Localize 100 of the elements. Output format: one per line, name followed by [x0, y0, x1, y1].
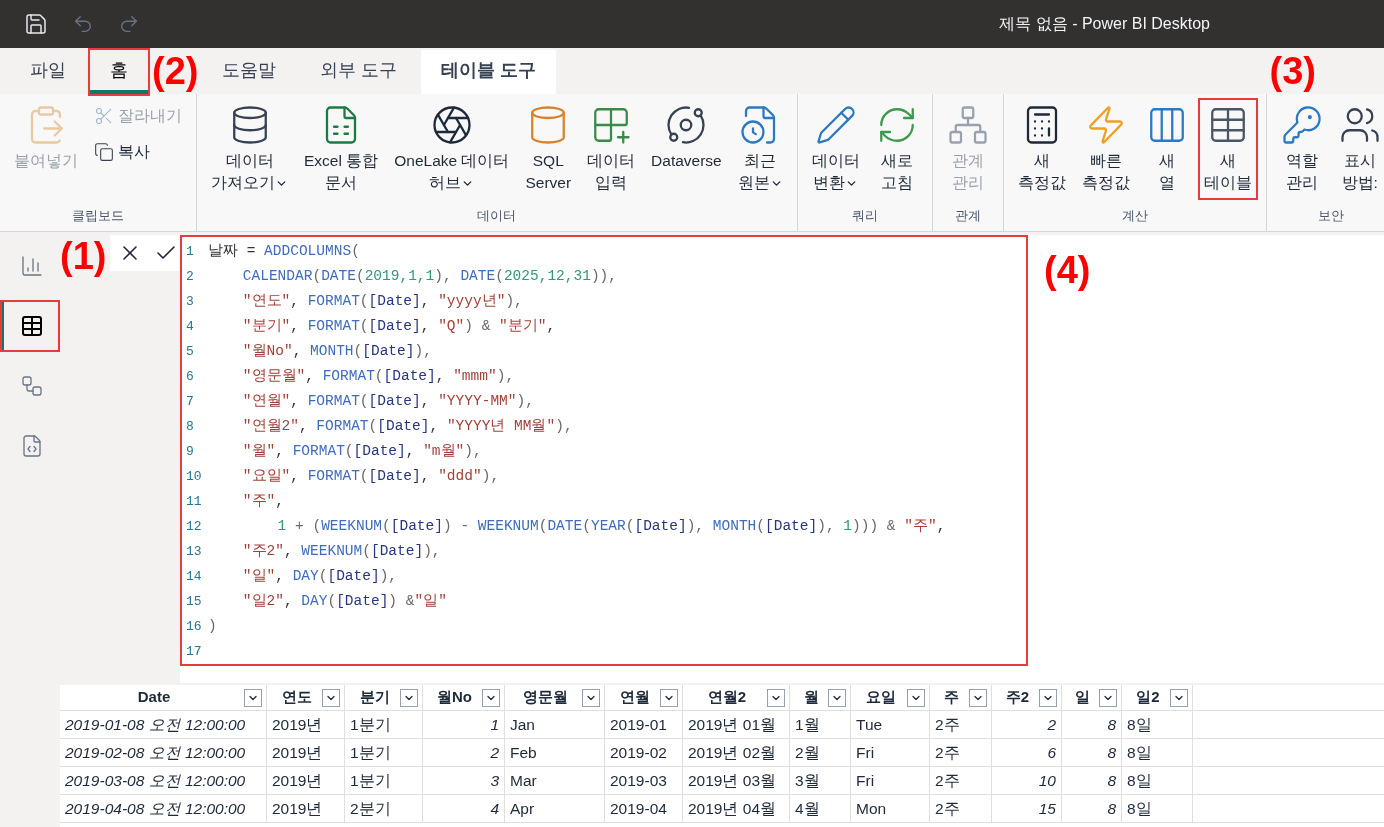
- column-header[interactable]: Date: [60, 685, 267, 710]
- line-number: 1: [186, 242, 195, 261]
- filter-dropdown[interactable]: [907, 688, 925, 707]
- filter-dropdown[interactable]: [969, 688, 987, 707]
- table-cell: 2019년 01월: [683, 711, 790, 738]
- line-number: 10: [186, 467, 203, 486]
- line-number: 7: [186, 392, 195, 411]
- ribbon-button[interactable]: 새 테이블: [1197, 98, 1258, 200]
- filter-dropdown[interactable]: [1099, 688, 1117, 707]
- column-header[interactable]: 월: [790, 685, 851, 710]
- ribbon-button[interactable]: 복사: [88, 138, 188, 166]
- table-cell: Apr: [505, 795, 605, 822]
- table-cell: 3월: [790, 767, 851, 794]
- ribbon-button[interactable]: 빠른 측정값: [1075, 98, 1136, 200]
- code-line: "월", FORMAT([Date], "m월"),: [241, 441, 482, 461]
- filter-dropdown[interactable]: [244, 688, 262, 707]
- table-cell: 2019-02: [605, 739, 683, 766]
- table-cell: 2019-04-08 오전 12:00:00: [60, 795, 267, 822]
- copy-icon: [94, 142, 114, 162]
- column-header[interactable]: 연도: [267, 685, 345, 710]
- table-cell: 8: [1062, 767, 1122, 794]
- line-number: 12: [186, 517, 203, 536]
- filter-dropdown[interactable]: [582, 688, 600, 707]
- ribbon-tab[interactable]: 테이블 도구: [421, 50, 557, 94]
- line-number: 8: [186, 417, 195, 436]
- table-cell: 2: [992, 711, 1062, 738]
- code-line: "요일", FORMAT([Date], "ddd"),: [241, 466, 500, 486]
- line-number: 3: [186, 292, 195, 311]
- key-icon: [1280, 104, 1323, 146]
- ribbon-button[interactable]: 표시 방법:: [1332, 98, 1384, 200]
- redo-icon[interactable]: [118, 13, 140, 35]
- ribbon-button[interactable]: 데이터 입력: [581, 98, 642, 200]
- line-number: 9: [186, 442, 195, 461]
- code-line: "영문월", FORMAT([Date], "mmm"),: [241, 366, 515, 386]
- line-number: 5: [186, 342, 195, 361]
- table-cell: Feb: [505, 739, 605, 766]
- code-editor[interactable]: [180, 235, 1028, 666]
- table-cell: 3: [423, 767, 505, 794]
- ribbon-button[interactable]: SQL Server: [519, 98, 578, 200]
- filter-dropdown[interactable]: [828, 688, 846, 707]
- filter-dropdown[interactable]: [660, 688, 678, 707]
- table-cell: 8일: [1122, 795, 1193, 822]
- ribbon-button[interactable]: 새 열: [1139, 98, 1194, 200]
- column-header[interactable]: 영문월: [505, 685, 605, 710]
- table-cell: Mar: [505, 767, 605, 794]
- table-cell: 2주: [930, 795, 992, 822]
- table-cell: 2월: [790, 739, 851, 766]
- filter-dropdown[interactable]: [482, 688, 500, 707]
- ribbon-button[interactable]: 역할 관리: [1274, 98, 1329, 200]
- group-label: 계산: [1121, 207, 1148, 225]
- column-header[interactable]: 주2: [992, 685, 1062, 710]
- ribbon-button[interactable]: 새로 고침: [869, 98, 924, 200]
- column-header[interactable]: 연월2: [683, 685, 790, 710]
- table-cell: 2주: [930, 767, 992, 794]
- ribbon-tab[interactable]: 파일: [10, 50, 86, 94]
- filter-dropdown[interactable]: [322, 688, 340, 707]
- table-cell: Jan: [505, 711, 605, 738]
- ribbon-button[interactable]: 새 측정값: [1011, 98, 1072, 200]
- code-line: "일2", DAY([Date]) &"일": [241, 591, 447, 611]
- scissors-icon: [94, 106, 114, 126]
- code-line: 날짜 = ADDCOLUMNS(: [208, 241, 360, 261]
- filter-dropdown[interactable]: [767, 688, 785, 707]
- ribbon-tab[interactable]: 외부 도구: [300, 50, 418, 94]
- table-cell: 1월: [790, 711, 851, 738]
- table-cell: Tue: [851, 711, 930, 738]
- column-header[interactable]: 요일: [851, 685, 930, 710]
- ribbon-button[interactable]: Dataverse: [645, 98, 728, 178]
- group-label: 쿼리: [851, 207, 878, 225]
- table-cell: 10: [992, 767, 1062, 794]
- ribbon-button[interactable]: 데이터 가져오기: [205, 98, 294, 200]
- filter-dropdown[interactable]: [1170, 688, 1188, 707]
- ribbon-tab[interactable]: 도움말: [202, 50, 297, 94]
- table-cell: 2019년 04월: [683, 795, 790, 822]
- table-cell: 8: [1062, 739, 1122, 766]
- ribbon-button[interactable]: OneLake 데이터 허브: [388, 98, 516, 200]
- ribbon-button[interactable]: Excel 통합 문서: [298, 98, 385, 200]
- table-cell: 8일: [1122, 739, 1193, 766]
- ribbon-button[interactable]: 데이터 변환: [805, 98, 866, 200]
- filter-dropdown[interactable]: [400, 688, 418, 707]
- column-header[interactable]: 연월: [605, 685, 683, 710]
- view-tab[interactable]: [0, 300, 60, 352]
- column-header[interactable]: 일: [1062, 685, 1122, 710]
- code-line: 1 + (WEEKNUM([Date]) - WEEKNUM(DATE(YEAR([Date]), MONTH([Date]), 1))) & "주",: [276, 516, 946, 536]
- table-cell: 2019-03: [605, 767, 683, 794]
- table-cell: 15: [992, 795, 1062, 822]
- group-label: 데이터: [477, 207, 517, 225]
- column-header[interactable]: 일2: [1122, 685, 1193, 710]
- table-cell: 2: [423, 739, 505, 766]
- column-header[interactable]: 월No: [423, 685, 505, 710]
- column-header[interactable]: 주: [930, 685, 992, 710]
- table-cell: 2019-04: [605, 795, 683, 822]
- ribbon-button[interactable]: 최근 원본: [731, 98, 789, 200]
- column-header[interactable]: 분기: [345, 685, 423, 710]
- table-cell: 2019-02-08 오전 12:00:00: [60, 739, 267, 766]
- undo-icon[interactable]: [72, 13, 94, 35]
- filter-dropdown[interactable]: [1039, 688, 1057, 707]
- code-line: "주",: [241, 491, 284, 511]
- save-icon[interactable]: [24, 12, 48, 36]
- code-line: "분기", FORMAT([Date], "Q") & "분기",: [241, 316, 556, 336]
- table-cell: 4월: [790, 795, 851, 822]
